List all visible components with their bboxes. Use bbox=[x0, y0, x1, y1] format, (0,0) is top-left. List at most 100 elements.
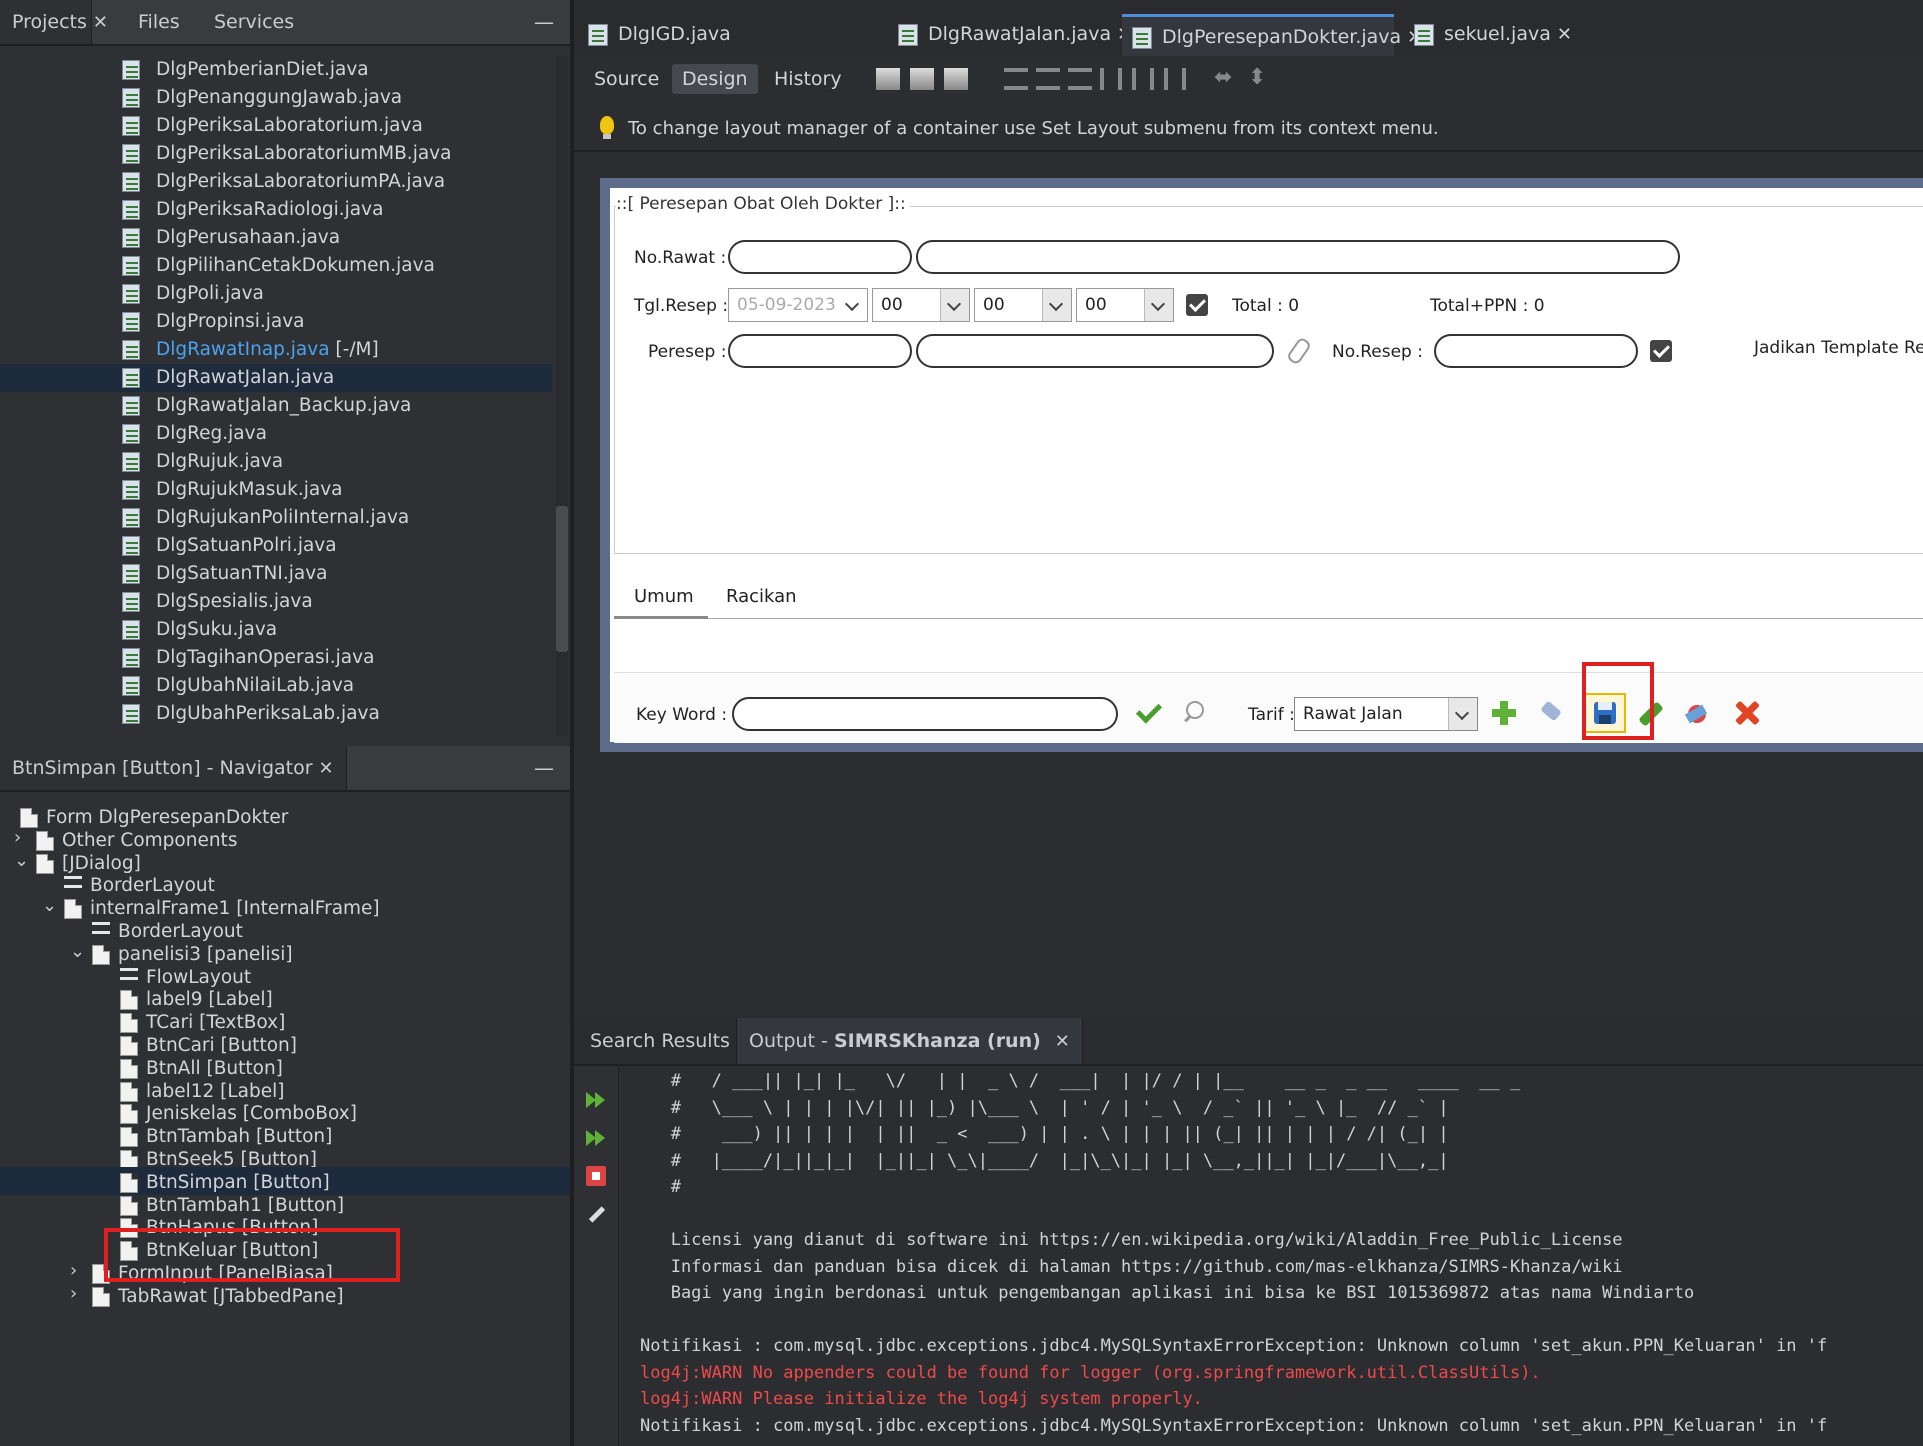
file-list-item[interactable]: DlgPemberianDiet.java bbox=[0, 56, 552, 84]
tgl-resep-datepicker[interactable]: 05-09-2023 bbox=[728, 288, 868, 322]
file-list-item[interactable]: DlgRujukanPoliInternal.java bbox=[0, 504, 552, 532]
file-list-item[interactable]: DlgPilihanCetakDokumen.java bbox=[0, 252, 552, 280]
rerun-icon[interactable] bbox=[586, 1090, 606, 1110]
close-icon[interactable]: ✕ bbox=[93, 12, 108, 33]
connection-mode-icon[interactable] bbox=[910, 68, 934, 90]
editor-tab-dlgrawatjalan[interactable]: DlgRawatJalan.java✕ bbox=[888, 14, 1132, 58]
file-list-item[interactable]: DlgUbahNilaiLab.java bbox=[0, 672, 552, 700]
tab-racikan[interactable]: Racikan bbox=[726, 586, 797, 607]
align-right-icon[interactable] bbox=[1036, 68, 1060, 90]
chevron-down-icon[interactable]: ⌄ bbox=[70, 941, 85, 962]
java-file-icon bbox=[122, 536, 140, 556]
minute-combobox[interactable]: 00 bbox=[974, 288, 1072, 322]
chevron-down-icon[interactable] bbox=[1144, 289, 1173, 321]
chevron-right-icon[interactable]: › bbox=[14, 827, 21, 848]
search-confirm-icon[interactable] bbox=[1134, 699, 1162, 727]
search-icon[interactable] bbox=[1180, 699, 1208, 727]
chevron-right-icon[interactable]: › bbox=[70, 1260, 77, 1281]
chevron-down-icon[interactable] bbox=[1448, 698, 1477, 730]
file-list-item[interactable]: DlgPeriksaLaboratorium.java bbox=[0, 112, 552, 140]
auto-time-checkbox[interactable] bbox=[1186, 294, 1208, 316]
peresep-code-input[interactable] bbox=[728, 334, 912, 368]
file-list-item[interactable]: DlgPropinsi.java bbox=[0, 308, 552, 336]
minimize-icon[interactable]: — bbox=[534, 0, 554, 44]
close-button[interactable] bbox=[1732, 699, 1760, 727]
chevron-down-icon[interactable] bbox=[839, 289, 867, 321]
close-icon[interactable]: ✕ bbox=[319, 758, 334, 779]
navigator-node[interactable]: TabRawat [JTabbedPane] bbox=[118, 1283, 344, 1311]
stop-icon[interactable] bbox=[586, 1166, 606, 1186]
file-list-item[interactable]: DlgSatuanPolri.java bbox=[0, 532, 552, 560]
chevron-down-icon[interactable] bbox=[1042, 289, 1071, 321]
no-rawat-input[interactable] bbox=[728, 240, 912, 274]
patient-name-input[interactable] bbox=[916, 240, 1680, 274]
components-icon bbox=[36, 830, 54, 851]
scrollbar-thumb[interactable] bbox=[556, 506, 568, 652]
peresep-name-input[interactable] bbox=[916, 334, 1274, 368]
history-button[interactable]: History bbox=[764, 64, 852, 94]
tab-files[interactable]: Files bbox=[126, 0, 192, 44]
tab-projects[interactable]: Projects ✕ bbox=[0, 0, 108, 44]
align-left-icon[interactable] bbox=[1004, 68, 1028, 90]
folder-icon bbox=[92, 1286, 110, 1307]
editor-tab-dlgperesepandokter[interactable]: DlgPeresepanDokter.java✕ bbox=[1122, 14, 1422, 58]
design-button[interactable]: Design bbox=[672, 64, 758, 94]
file-list-item[interactable]: DlgSatuanTNI.java bbox=[0, 560, 552, 588]
paperclip-icon[interactable] bbox=[1284, 336, 1312, 364]
java-file-icon bbox=[122, 452, 140, 472]
file-list-item[interactable]: DlgRawatInap.java [-/M] bbox=[0, 336, 552, 364]
no-rawat-label: No.Rawat : bbox=[634, 248, 727, 268]
source-button[interactable]: Source bbox=[584, 64, 669, 94]
file-name: DlgPeriksaLaboratoriumPA.java bbox=[156, 171, 446, 192]
tab-navigator[interactable]: BtnSimpan [Button] - Navigator ✕ bbox=[0, 746, 347, 790]
align-center-vertical-icon[interactable] bbox=[1164, 68, 1186, 90]
no-resep-checkbox[interactable] bbox=[1650, 340, 1672, 362]
tab-services[interactable]: Services bbox=[202, 0, 306, 44]
no-resep-input[interactable] bbox=[1434, 334, 1638, 368]
change-vertical-resizability-icon[interactable]: ⬍ bbox=[1248, 67, 1272, 90]
tab-output[interactable]: Output - SIMRSKhanza (run) ✕ bbox=[736, 1018, 1083, 1064]
keyword-input[interactable] bbox=[732, 697, 1118, 731]
rerun-with-params-icon[interactable] bbox=[586, 1128, 606, 1148]
align-top-icon[interactable] bbox=[1100, 68, 1122, 90]
tarif-combobox[interactable]: Rawat Jalan bbox=[1294, 697, 1478, 731]
minimize-icon[interactable]: — bbox=[534, 746, 554, 790]
chevron-right-icon[interactable]: › bbox=[70, 1283, 77, 1304]
chevron-down-icon[interactable]: ⌄ bbox=[42, 895, 57, 916]
file-list-item[interactable]: DlgRujukMasuk.java bbox=[0, 476, 552, 504]
file-list-item[interactable]: DlgPoli.java bbox=[0, 280, 552, 308]
chevron-down-icon[interactable]: ⌄ bbox=[14, 850, 29, 871]
file-list-item[interactable]: DlgPeriksaRadiologi.java bbox=[0, 196, 552, 224]
tab-search-results[interactable]: Search Results bbox=[578, 1018, 742, 1064]
close-icon[interactable]: ✕ bbox=[1055, 1031, 1070, 1052]
align-bottom-icon[interactable] bbox=[1132, 68, 1154, 90]
file-list-item[interactable]: DlgSpesialis.java bbox=[0, 588, 552, 616]
selection-mode-icon[interactable] bbox=[876, 68, 900, 90]
file-list-item[interactable]: DlgPeriksaLaboratoriumPA.java bbox=[0, 168, 552, 196]
file-list-item[interactable]: DlgUbahPeriksaLab.java bbox=[0, 700, 552, 728]
preview-design-icon[interactable] bbox=[944, 68, 968, 90]
close-icon[interactable]: ✕ bbox=[1557, 24, 1572, 45]
file-list-item[interactable]: DlgPeriksaLaboratoriumMB.java bbox=[0, 140, 552, 168]
editor-tab-sekuel[interactable]: sekuel.java ✕ bbox=[1404, 14, 1574, 58]
file-list-item[interactable]: DlgRujuk.java bbox=[0, 448, 552, 476]
hour-combobox[interactable]: 00 bbox=[872, 288, 970, 322]
file-list-item[interactable]: DlgPenanggungJawab.java bbox=[0, 84, 552, 112]
change-horizontal-resizability-icon[interactable]: ⬌ bbox=[1214, 67, 1238, 90]
file-list-item[interactable]: DlgSuku.java bbox=[0, 616, 552, 644]
file-list-item[interactable]: DlgTagihanOperasi.java bbox=[0, 644, 552, 672]
file-list-item[interactable]: DlgPerusahaan.java bbox=[0, 224, 552, 252]
tab-umum[interactable]: Umum bbox=[634, 586, 694, 607]
add-button[interactable] bbox=[1490, 699, 1518, 727]
file-list-item[interactable]: DlgRawatJalan_Backup.java bbox=[0, 392, 552, 420]
delete-button[interactable] bbox=[1684, 699, 1712, 727]
seek-button[interactable] bbox=[1538, 699, 1566, 727]
chevron-down-icon[interactable] bbox=[940, 289, 969, 321]
settings-wrench-icon[interactable] bbox=[586, 1204, 606, 1224]
editor-tab-dlgigd[interactable]: DlgIGD.java [jPopupMenu1]✕ bbox=[578, 14, 878, 85]
align-center-horizontal-icon[interactable] bbox=[1068, 68, 1092, 90]
hour-value: 00 bbox=[881, 295, 903, 315]
file-list-item[interactable]: DlgReg.java bbox=[0, 420, 552, 448]
file-list-item[interactable]: DlgRawatJalan.java bbox=[0, 364, 552, 392]
second-combobox[interactable]: 00 bbox=[1076, 288, 1174, 322]
